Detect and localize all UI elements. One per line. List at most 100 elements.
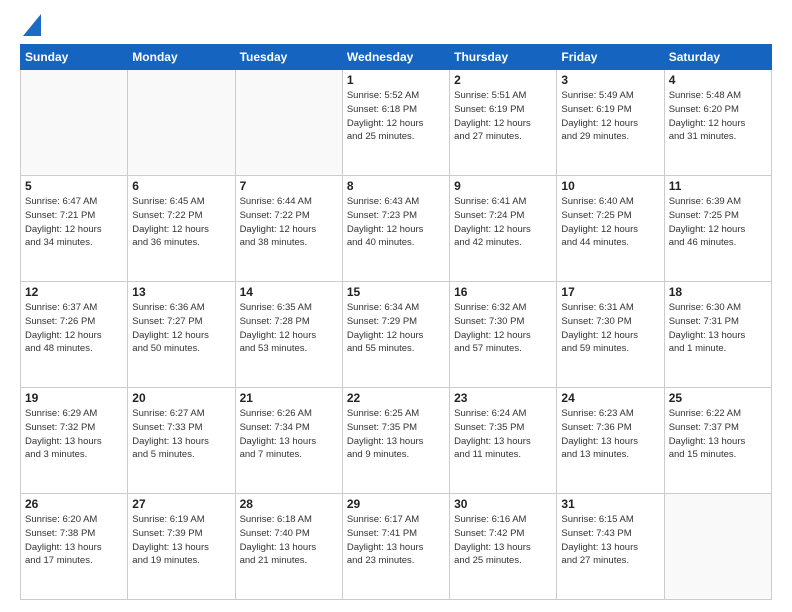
day-number: 28: [240, 497, 338, 511]
day-number: 3: [561, 73, 659, 87]
calendar-cell: 24 Sunrise: 6:23 AM Sunset: 7:36 PM Dayli…: [557, 388, 664, 494]
calendar-cell: 12Sunrise: 6:37 AM Sunset: 7:26 PM Dayli…: [21, 282, 128, 388]
day-info: Sunrise: 6:44 AM Sunset: 7:22 PM Dayligh…: [240, 195, 338, 250]
day-number: 10: [561, 179, 659, 193]
day-info: Sunrise: 6:22 AM Sunset: 7:37 PM Dayligh…: [669, 407, 767, 462]
day-info: Sunrise: 6:15 AM Sunset: 7:43 PM Dayligh…: [561, 513, 659, 568]
day-number: 2: [454, 73, 552, 87]
calendar-cell: 8 Sunrise: 6:43 AM Sunset: 7:23 PM Daylig…: [342, 176, 449, 282]
day-info: Sunrise: 6:23 AM Sunset: 7:36 PM Dayligh…: [561, 407, 659, 462]
calendar-cell: 27 Sunrise: 6:19 AM Sunset: 7:39 PM Dayli…: [128, 494, 235, 600]
day-number: 20: [132, 391, 230, 405]
calendar-cell: [21, 70, 128, 176]
day-number: 11: [669, 179, 767, 193]
day-number: 8: [347, 179, 445, 193]
calendar-cell: [664, 494, 771, 600]
calendar-cell: 26 Sunrise: 6:20 AM Sunset: 7:38 PM Dayli…: [21, 494, 128, 600]
weekday-header-thursday: Thursday: [450, 45, 557, 70]
day-info: Sunrise: 6:47 AM Sunset: 7:21 PM Dayligh…: [25, 195, 123, 250]
weekday-header-friday: Friday: [557, 45, 664, 70]
day-info: Sunrise: 6:30 AM Sunset: 7:31 PM Dayligh…: [669, 301, 767, 356]
day-number: 12: [25, 285, 123, 299]
header: [20, 16, 772, 34]
logo: [20, 16, 41, 34]
day-number: 30: [454, 497, 552, 511]
calendar-cell: 20 Sunrise: 6:27 AM Sunset: 7:33 PM Dayli…: [128, 388, 235, 494]
day-info: Sunrise: 5:49 AM Sunset: 6:19 PM Dayligh…: [561, 89, 659, 144]
weekday-header-monday: Monday: [128, 45, 235, 70]
day-number: 22: [347, 391, 445, 405]
logo-triangle-icon: [23, 14, 41, 36]
day-info: Sunrise: 6:31 AM Sunset: 7:30 PM Dayligh…: [561, 301, 659, 356]
day-number: 27: [132, 497, 230, 511]
week-row-2: 12Sunrise: 6:37 AM Sunset: 7:26 PM Dayli…: [21, 282, 772, 388]
weekday-header-sunday: Sunday: [21, 45, 128, 70]
day-number: 9: [454, 179, 552, 193]
day-number: 26: [25, 497, 123, 511]
day-number: 17: [561, 285, 659, 299]
calendar-cell: 7 Sunrise: 6:44 AM Sunset: 7:22 PM Daylig…: [235, 176, 342, 282]
day-info: Sunrise: 6:39 AM Sunset: 7:25 PM Dayligh…: [669, 195, 767, 250]
day-info: Sunrise: 6:32 AM Sunset: 7:30 PM Dayligh…: [454, 301, 552, 356]
weekday-header-wednesday: Wednesday: [342, 45, 449, 70]
week-row-4: 26 Sunrise: 6:20 AM Sunset: 7:38 PM Dayli…: [21, 494, 772, 600]
day-number: 29: [347, 497, 445, 511]
week-row-3: 19Sunrise: 6:29 AM Sunset: 7:32 PM Dayli…: [21, 388, 772, 494]
day-number: 7: [240, 179, 338, 193]
day-info: Sunrise: 5:51 AM Sunset: 6:19 PM Dayligh…: [454, 89, 552, 144]
calendar-cell: 9 Sunrise: 6:41 AM Sunset: 7:24 PM Daylig…: [450, 176, 557, 282]
day-number: 21: [240, 391, 338, 405]
day-info: Sunrise: 6:35 AM Sunset: 7:28 PM Dayligh…: [240, 301, 338, 356]
week-row-1: 5 Sunrise: 6:47 AM Sunset: 7:21 PM Daylig…: [21, 176, 772, 282]
day-info: Sunrise: 6:45 AM Sunset: 7:22 PM Dayligh…: [132, 195, 230, 250]
day-number: 16: [454, 285, 552, 299]
calendar-table: SundayMondayTuesdayWednesdayThursdayFrid…: [20, 44, 772, 600]
calendar-cell: 21 Sunrise: 6:26 AM Sunset: 7:34 PM Dayli…: [235, 388, 342, 494]
calendar-cell: 10 Sunrise: 6:40 AM Sunset: 7:25 PM Dayli…: [557, 176, 664, 282]
day-info: Sunrise: 6:17 AM Sunset: 7:41 PM Dayligh…: [347, 513, 445, 568]
day-info: Sunrise: 6:40 AM Sunset: 7:25 PM Dayligh…: [561, 195, 659, 250]
calendar-cell: 29 Sunrise: 6:17 AM Sunset: 7:41 PM Dayli…: [342, 494, 449, 600]
day-number: 25: [669, 391, 767, 405]
day-number: 4: [669, 73, 767, 87]
day-number: 5: [25, 179, 123, 193]
calendar-cell: 3 Sunrise: 5:49 AM Sunset: 6:19 PM Daylig…: [557, 70, 664, 176]
day-info: Sunrise: 6:27 AM Sunset: 7:33 PM Dayligh…: [132, 407, 230, 462]
calendar-cell: 15 Sunrise: 6:34 AM Sunset: 7:29 PM Dayli…: [342, 282, 449, 388]
calendar-cell: 28 Sunrise: 6:18 AM Sunset: 7:40 PM Dayli…: [235, 494, 342, 600]
calendar-cell: 19Sunrise: 6:29 AM Sunset: 7:32 PM Dayli…: [21, 388, 128, 494]
day-info: Sunrise: 6:43 AM Sunset: 7:23 PM Dayligh…: [347, 195, 445, 250]
day-number: 24: [561, 391, 659, 405]
calendar-cell: 23Sunrise: 6:24 AM Sunset: 7:35 PM Dayli…: [450, 388, 557, 494]
weekday-header-saturday: Saturday: [664, 45, 771, 70]
calendar-cell: 4Sunrise: 5:48 AM Sunset: 6:20 PM Daylig…: [664, 70, 771, 176]
weekday-header-tuesday: Tuesday: [235, 45, 342, 70]
calendar-cell: 11 Sunrise: 6:39 AM Sunset: 7:25 PM Dayli…: [664, 176, 771, 282]
calendar-cell: 5 Sunrise: 6:47 AM Sunset: 7:21 PM Daylig…: [21, 176, 128, 282]
calendar-cell: 22Sunrise: 6:25 AM Sunset: 7:35 PM Dayli…: [342, 388, 449, 494]
calendar-cell: 13Sunrise: 6:36 AM Sunset: 7:27 PM Dayli…: [128, 282, 235, 388]
calendar-cell: 18Sunrise: 6:30 AM Sunset: 7:31 PM Dayli…: [664, 282, 771, 388]
calendar-cell: [128, 70, 235, 176]
day-number: 6: [132, 179, 230, 193]
day-number: 23: [454, 391, 552, 405]
calendar-cell: 16 Sunrise: 6:32 AM Sunset: 7:30 PM Dayli…: [450, 282, 557, 388]
calendar-cell: 25 Sunrise: 6:22 AM Sunset: 7:37 PM Dayli…: [664, 388, 771, 494]
page: SundayMondayTuesdayWednesdayThursdayFrid…: [0, 0, 792, 612]
day-info: Sunrise: 6:26 AM Sunset: 7:34 PM Dayligh…: [240, 407, 338, 462]
day-info: Sunrise: 6:16 AM Sunset: 7:42 PM Dayligh…: [454, 513, 552, 568]
day-info: Sunrise: 6:18 AM Sunset: 7:40 PM Dayligh…: [240, 513, 338, 568]
day-info: Sunrise: 6:29 AM Sunset: 7:32 PM Dayligh…: [25, 407, 123, 462]
day-info: Sunrise: 5:52 AM Sunset: 6:18 PM Dayligh…: [347, 89, 445, 144]
weekday-header-row: SundayMondayTuesdayWednesdayThursdayFrid…: [21, 45, 772, 70]
day-info: Sunrise: 6:20 AM Sunset: 7:38 PM Dayligh…: [25, 513, 123, 568]
calendar-cell: [235, 70, 342, 176]
calendar-cell: 31 Sunrise: 6:15 AM Sunset: 7:43 PM Dayli…: [557, 494, 664, 600]
day-number: 14: [240, 285, 338, 299]
calendar-cell: 30 Sunrise: 6:16 AM Sunset: 7:42 PM Dayli…: [450, 494, 557, 600]
day-info: Sunrise: 6:19 AM Sunset: 7:39 PM Dayligh…: [132, 513, 230, 568]
day-number: 15: [347, 285, 445, 299]
day-number: 31: [561, 497, 659, 511]
day-info: Sunrise: 6:41 AM Sunset: 7:24 PM Dayligh…: [454, 195, 552, 250]
day-info: Sunrise: 6:34 AM Sunset: 7:29 PM Dayligh…: [347, 301, 445, 356]
